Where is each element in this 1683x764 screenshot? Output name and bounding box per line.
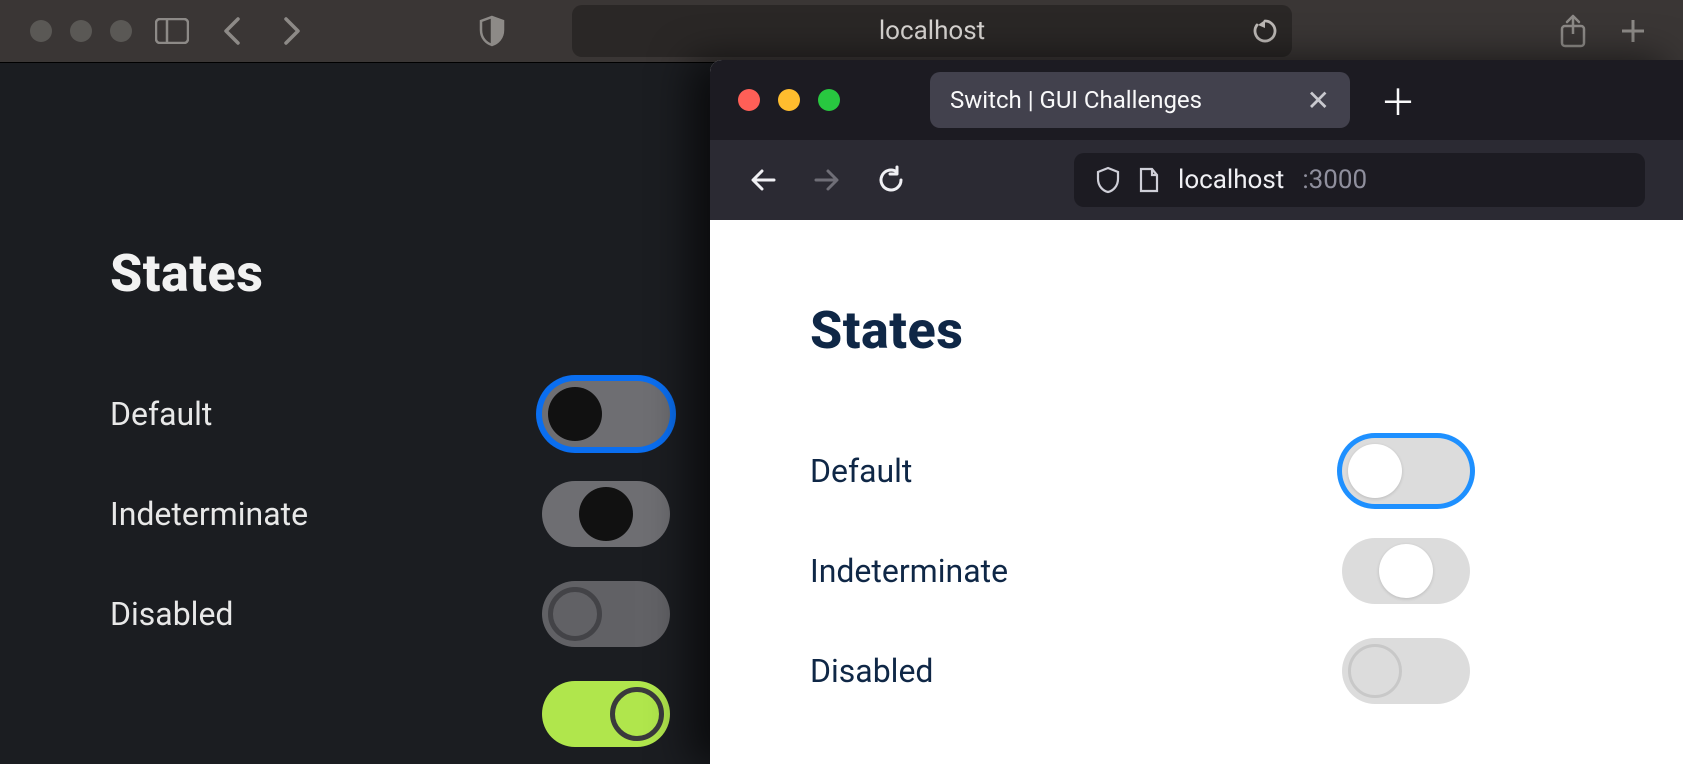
switch-indeterminate[interactable]	[1342, 538, 1470, 604]
switch-label: Default	[810, 452, 912, 490]
firefox-address-bar[interactable]: localhost :3000	[1074, 153, 1645, 207]
switch-thumb	[1348, 444, 1402, 498]
switch-disabled	[1342, 638, 1470, 704]
switch-label: Indeterminate	[110, 495, 308, 533]
back-icon[interactable]	[212, 11, 252, 51]
reload-icon[interactable]	[876, 165, 906, 195]
firefox-page-content: States Default Indeterminate Disabled	[710, 220, 1683, 764]
switch-thumb	[548, 387, 602, 441]
firefox-zoom-dot[interactable]	[818, 89, 840, 111]
safari-address-text: localhost	[879, 16, 985, 46]
switch-row-indeterminate: Indeterminate	[810, 521, 1470, 621]
shield-icon[interactable]	[1096, 166, 1120, 194]
new-tab-icon[interactable]: ＋	[1380, 74, 1416, 126]
back-icon[interactable]	[748, 165, 778, 195]
safari-address-bar[interactable]: localhost	[572, 5, 1292, 57]
firefox-tab-bar: Switch | GUI Challenges ✕ ＋	[710, 60, 1683, 140]
page-icon	[1138, 167, 1160, 193]
switch-row-default: Default	[110, 364, 670, 464]
switch-row-disabled: Disabled	[810, 621, 1470, 721]
reload-icon[interactable]	[1252, 18, 1278, 44]
switch-label: Default	[110, 395, 212, 433]
shield-icon[interactable]	[472, 11, 512, 51]
firefox-traffic-lights	[738, 89, 840, 111]
switch-default[interactable]	[1342, 438, 1470, 504]
browser-tab[interactable]: Switch | GUI Challenges ✕	[930, 72, 1350, 128]
switch-thumb	[579, 487, 633, 541]
firefox-close-dot[interactable]	[738, 89, 760, 111]
share-icon[interactable]	[1553, 11, 1593, 51]
switch-disabled-checked	[542, 681, 670, 747]
switch-thumb	[1379, 544, 1433, 598]
switch-thumb	[1348, 644, 1402, 698]
forward-icon[interactable]	[272, 11, 312, 51]
page-heading: States	[810, 300, 1683, 361]
forward-icon[interactable]	[812, 165, 842, 195]
safari-toolbar: localhost	[0, 0, 1683, 63]
switch-label: Indeterminate	[810, 552, 1008, 590]
switch-label: Disabled	[110, 595, 233, 633]
sidebar-icon[interactable]	[152, 11, 192, 51]
safari-zoom-dot[interactable]	[110, 20, 132, 42]
close-icon[interactable]: ✕	[1307, 84, 1330, 117]
address-port: :3000	[1302, 165, 1367, 195]
new-tab-icon[interactable]	[1613, 11, 1653, 51]
switch-default[interactable]	[542, 381, 670, 447]
switch-row-default: Default	[810, 421, 1470, 521]
switch-thumb	[610, 687, 664, 741]
switch-row-indeterminate: Indeterminate	[110, 464, 670, 564]
safari-traffic-lights	[30, 20, 132, 42]
firefox-window: Switch | GUI Challenges ✕ ＋ localhost :30…	[710, 60, 1683, 764]
safari-minimize-dot[interactable]	[70, 20, 92, 42]
switch-disabled	[542, 581, 670, 647]
firefox-toolbar: localhost :3000	[710, 140, 1683, 220]
switch-indeterminate[interactable]	[542, 481, 670, 547]
switch-row-disabled-checked	[110, 664, 670, 764]
switch-thumb	[548, 587, 602, 641]
tab-title: Switch | GUI Challenges	[950, 86, 1202, 114]
safari-close-dot[interactable]	[30, 20, 52, 42]
address-host: localhost	[1178, 165, 1284, 195]
switch-row-disabled: Disabled	[110, 564, 670, 664]
switch-label: Disabled	[810, 652, 933, 690]
firefox-minimize-dot[interactable]	[778, 89, 800, 111]
